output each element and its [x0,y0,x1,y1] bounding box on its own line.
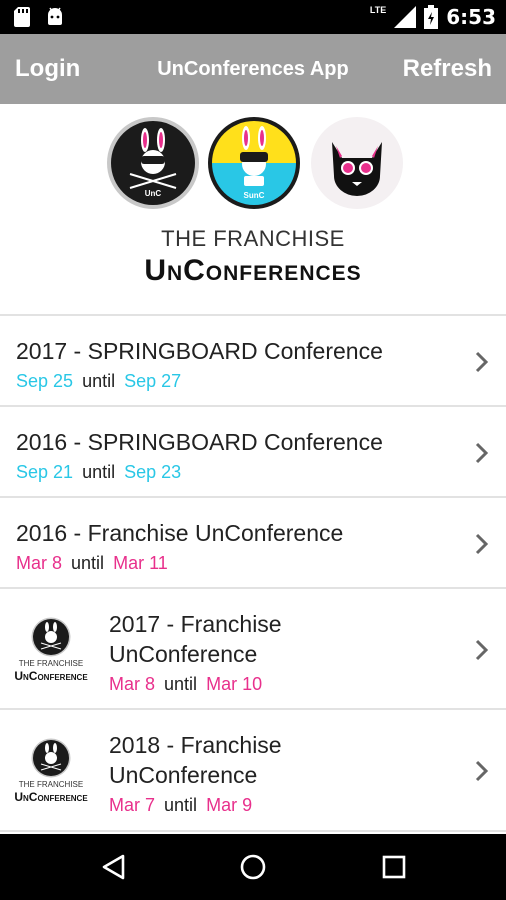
thumbnail-title: UnConference [14,669,88,683]
conference-title: 2017 - Franchise UnConference [109,609,282,669]
logo-row: UnC SunC [0,116,506,212]
conference-row[interactable]: 2016 - Franchise UnConference Mar 8 unti… [0,498,506,589]
conference-dates: Sep 25 until Sep 27 [16,371,185,392]
thumbnail-subtitle: THE FRANCHISE [18,780,84,789]
start-date: Mar 8 [16,553,63,573]
until-label: until [164,674,198,694]
until-label: until [164,795,198,815]
conference-title: 2018 - Franchise UnConference [109,730,282,790]
navigation-bar [0,834,506,900]
conference-title-line1: 2018 - Franchise [109,732,282,758]
until-label: until [82,462,116,482]
end-date: Sep 27 [124,371,182,391]
brand-subtitle: THE FRANCHISE [161,226,345,251]
conference-dates: Sep 21 until Sep 23 [16,462,185,483]
home-icon[interactable] [240,854,266,880]
status-bar-right: LTE 6:53 [370,5,496,29]
chevron-right-icon [475,533,489,555]
conference-thumbnail: THE FRANCHISE UnConference [12,617,90,687]
network-type: LTE [369,5,387,15]
chevron-right-icon [475,442,489,464]
sd-card-icon [14,7,30,27]
thumbnail-subtitle: THE FRANCHISE [18,659,84,668]
conference-title: 2017 - SPRINGBOARD Conference [16,338,383,364]
unc-logo [31,738,71,778]
brand-header: UnC SunC THE FRANCHISE UnConferences [0,104,506,314]
start-date: Sep 21 [16,462,74,482]
android-icon [48,7,62,25]
end-date: Mar 10 [206,674,263,694]
cat-logo [311,117,403,209]
conference-row[interactable]: 2017 - SPRINGBOARD Conference Sep 25 unt… [0,316,506,407]
start-date: Mar 7 [109,795,156,815]
conference-dates: Mar 7 until Mar 9 [109,795,256,816]
start-date: Sep 25 [16,371,74,391]
status-time: 6:53 [446,5,496,29]
conference-dates: Mar 8 until Mar 10 [109,674,266,695]
conference-title: 2016 - SPRINGBOARD Conference [16,429,383,455]
back-icon[interactable] [101,854,127,880]
brand-title: UnConferences [144,254,362,287]
app-bar: UnConferences App Login Refresh [0,34,506,104]
until-label: until [71,553,105,573]
unc-logo: UnC [107,117,199,209]
thumbnail-title: UnConference [14,790,88,804]
chevron-right-icon [475,639,489,661]
conference-row[interactable]: THE FRANCHISE UnConference 2017 - Franch… [0,589,506,710]
recents-icon[interactable] [382,855,406,879]
unc-logo [31,617,71,657]
end-date: Sep 23 [124,462,182,482]
end-date: Mar 11 [113,553,168,573]
conference-thumbnail: THE FRANCHISE UnConference [12,738,90,808]
refresh-button[interactable]: Refresh [403,34,492,104]
battery-icon [424,5,439,29]
conference-title: 2016 - Franchise UnConference [16,520,344,546]
conference-title-line2: UnConference [109,762,258,788]
chevron-right-icon [475,760,489,782]
start-date: Mar 8 [109,674,156,694]
conference-dates: Mar 8 until Mar 11 [16,553,172,574]
end-date: Mar 9 [206,795,253,815]
signal-icon [394,6,417,28]
conference-row[interactable]: 2016 - SPRINGBOARD Conference Sep 21 unt… [0,407,506,498]
conference-row[interactable]: THE FRANCHISE UnConference 2018 - Franch… [0,710,506,832]
chevron-right-icon [475,351,489,373]
status-bar: LTE 6:53 [0,0,506,34]
login-button[interactable]: Login [15,34,80,104]
conference-title-line2: UnConference [109,641,258,667]
svg-text:SunC: SunC [244,191,265,200]
svg-text:UnC: UnC [145,189,162,198]
status-bar-left [14,7,64,27]
conference-title-line1: 2017 - Franchise [109,611,282,637]
sunc-logo: SunC [208,117,300,209]
until-label: until [82,371,116,391]
